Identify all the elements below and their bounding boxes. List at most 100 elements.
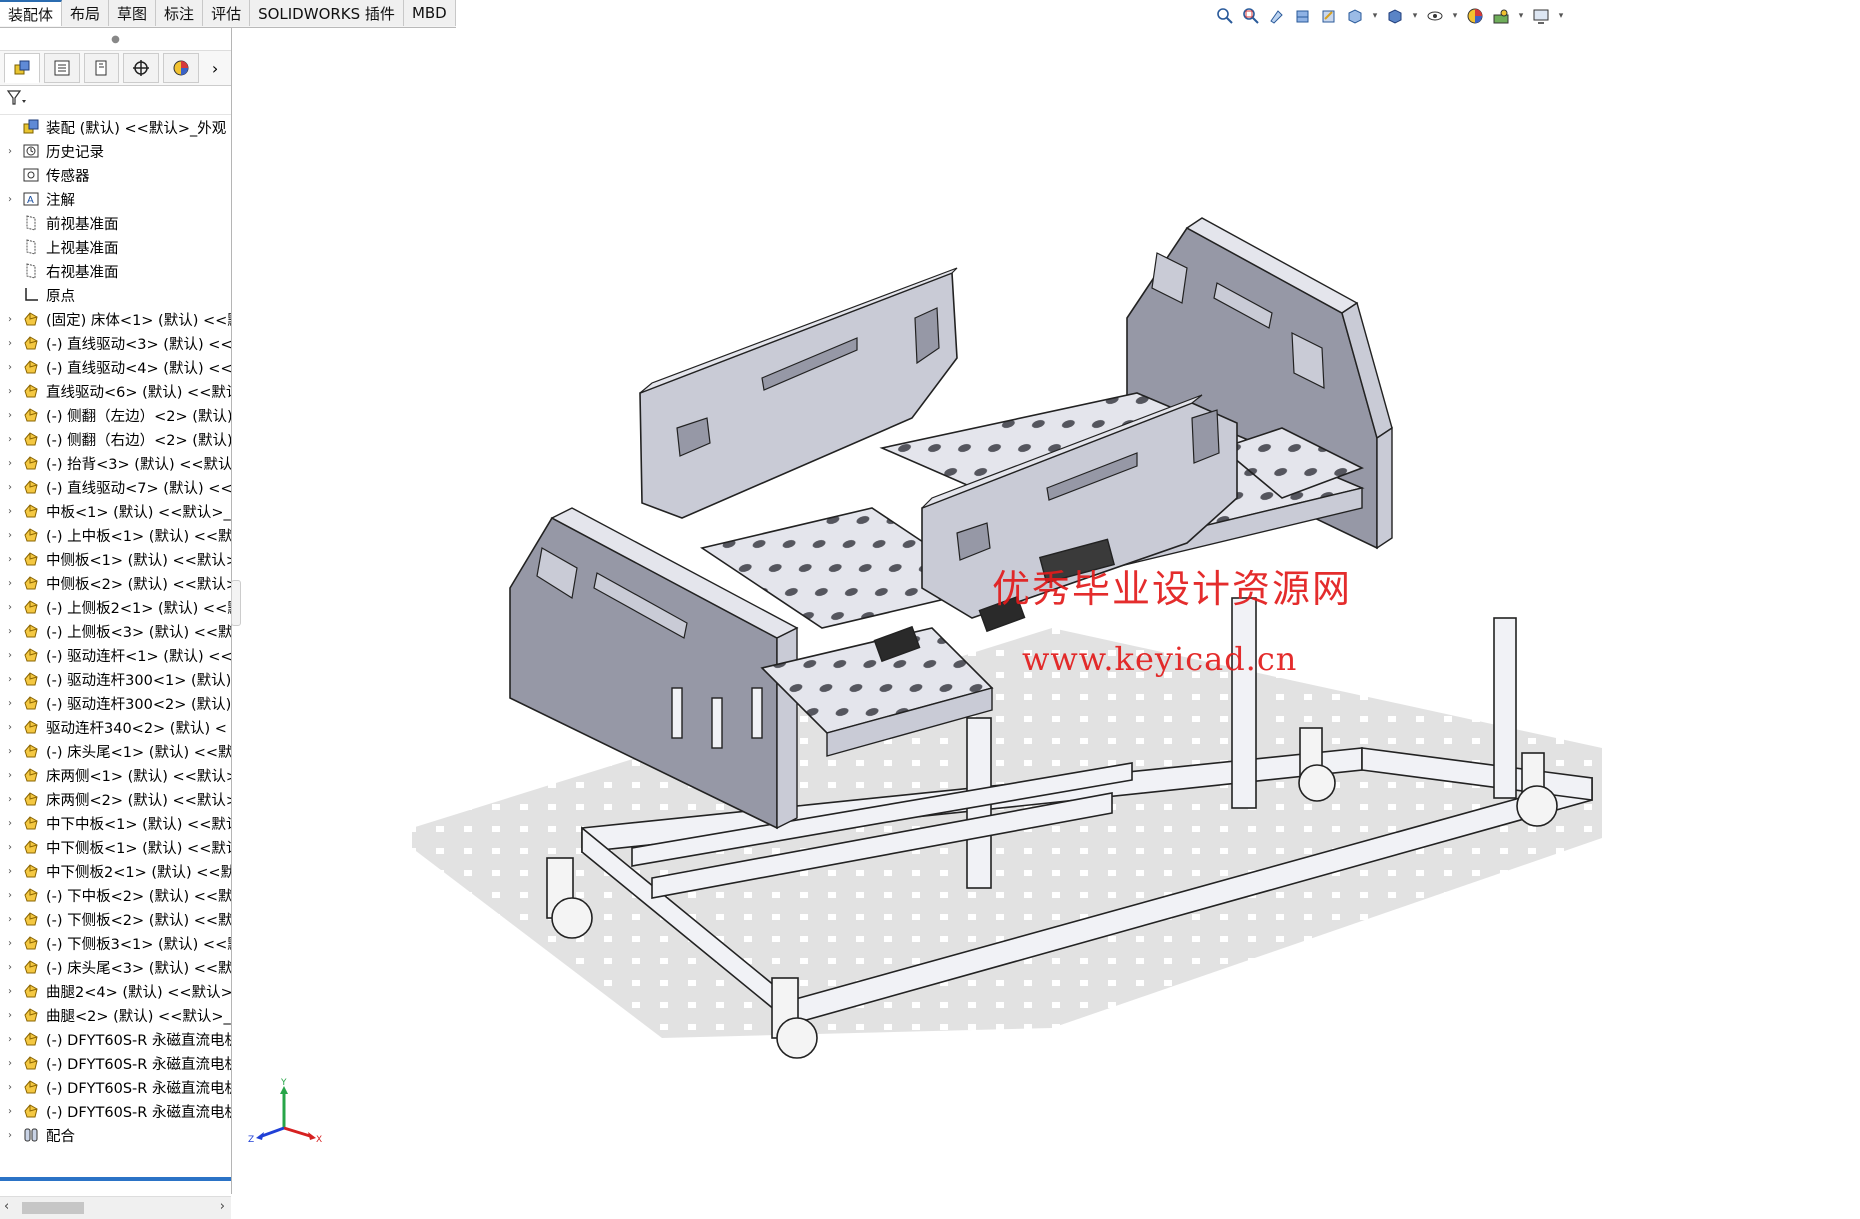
expand-arrow-icon[interactable]: › xyxy=(0,931,20,955)
expand-arrow-icon[interactable]: › xyxy=(0,787,20,811)
scroll-thumb[interactable] xyxy=(22,1202,84,1214)
expand-arrow-icon[interactable]: › xyxy=(0,1027,20,1051)
expand-arrow-icon[interactable]: › xyxy=(0,1123,20,1147)
expand-arrow-icon[interactable]: › xyxy=(0,835,20,859)
tree-item[interactable]: 前视基准面 xyxy=(0,211,231,235)
tree-item[interactable]: › (-) 直线驱动<3> (默认) <<默认> xyxy=(0,331,231,355)
dropdown-caret-icon[interactable]: ▾ xyxy=(1517,6,1525,26)
expand-arrow-icon[interactable]: › xyxy=(0,619,20,643)
tree-item[interactable]: › (-) DFYT60S-R 永磁直流电机 xyxy=(0,1051,231,1075)
dropdown-caret-icon[interactable]: ▾ xyxy=(1371,6,1379,26)
tree-item[interactable]: › (-) DFYT60S-R 永磁直流电机 xyxy=(0,1075,231,1099)
tree-item[interactable]: › 床两侧<2> (默认) <<默认> xyxy=(0,787,231,811)
filter-icon[interactable] xyxy=(6,89,28,111)
edit-appearance-icon[interactable] xyxy=(1465,6,1485,26)
zoom-to-area-icon[interactable] xyxy=(1241,6,1261,26)
tree-item[interactable]: › A 注解 xyxy=(0,187,231,211)
expand-arrow-icon[interactable]: › xyxy=(0,1003,20,1027)
tree-item[interactable]: › (-) 抬背<3> (默认) <<默认> xyxy=(0,451,231,475)
tree-item[interactable]: › (-) 驱动连杆<1> (默认) <<默认> xyxy=(0,643,231,667)
tab-3[interactable]: 标注 xyxy=(156,0,204,26)
tree-item[interactable]: 右视基准面 xyxy=(0,259,231,283)
expand-arrow-icon[interactable]: › xyxy=(0,763,20,787)
tree-item[interactable]: › 曲腿2<4> (默认) <<默认>_ xyxy=(0,979,231,1003)
expand-arrow-icon[interactable]: › xyxy=(0,955,20,979)
expand-arrow-icon[interactable]: › xyxy=(0,715,20,739)
dropdown-caret-icon[interactable]: ▾ xyxy=(1451,6,1459,26)
tree-item[interactable]: › (-) 上中板<1> (默认) <<默认> xyxy=(0,523,231,547)
expand-arrow-icon[interactable]: › xyxy=(0,883,20,907)
tree-item[interactable]: › 中板<1> (默认) <<默认>_ xyxy=(0,499,231,523)
tree-item[interactable]: › 驱动连杆340<2> (默认) < xyxy=(0,715,231,739)
tree-item[interactable]: 原点 xyxy=(0,283,231,307)
tree-item[interactable]: › (-) 上侧板2<1> (默认) <<默认> xyxy=(0,595,231,619)
expand-arrow-icon[interactable]: › xyxy=(0,307,20,331)
tree-item[interactable]: › (-) 下侧板<2> (默认) <<默认> xyxy=(0,907,231,931)
expand-arrow-icon[interactable]: › xyxy=(0,691,20,715)
feature-manager-icon[interactable] xyxy=(4,53,40,83)
tab-5[interactable]: SOLIDWORKS 插件 xyxy=(250,0,404,26)
graphics-area[interactable]: 优秀毕业设计资源网 www.keyicad.cn xyxy=(232,28,1860,1194)
expand-arrow-icon[interactable]: › xyxy=(0,643,20,667)
tree-item[interactable]: › 曲腿<2> (默认) <<默认>_ xyxy=(0,1003,231,1027)
expand-arrow-icon[interactable]: › xyxy=(0,427,20,451)
tree-item[interactable]: › (-) 驱动连杆300<1> (默认) xyxy=(0,667,231,691)
expand-arrow-icon[interactable]: › xyxy=(0,595,20,619)
tree-item[interactable]: › (-) DFYT60S-R 永磁直流电机 xyxy=(0,1027,231,1051)
tree-item[interactable]: 上视基准面 xyxy=(0,235,231,259)
expand-arrow-icon[interactable]: › xyxy=(0,979,20,1003)
tree-item[interactable]: › 历史记录 xyxy=(0,139,231,163)
expand-arrow-icon[interactable]: › xyxy=(0,379,20,403)
tree-item[interactable]: › 直线驱动<6> (默认) <<默认> xyxy=(0,379,231,403)
tab-6[interactable]: MBD xyxy=(403,0,456,26)
tree-item[interactable]: 装配 (默认) <<默认>_外观 显示 xyxy=(0,115,231,139)
expand-arrow-icon[interactable]: › xyxy=(0,859,20,883)
scroll-left-arrow[interactable]: ‹ xyxy=(4,1199,9,1214)
scroll-right-arrow[interactable]: › xyxy=(220,1199,225,1214)
expand-arrow-icon[interactable]: › xyxy=(0,451,20,475)
tree-item[interactable]: › 中侧板<2> (默认) <<默认> xyxy=(0,571,231,595)
tree-item[interactable]: › (-) 上侧板<3> (默认) <<默认> xyxy=(0,619,231,643)
tree-item[interactable]: › 床两侧<1> (默认) <<默认> xyxy=(0,763,231,787)
expand-arrow-icon[interactable]: › xyxy=(0,475,20,499)
display-style-icon[interactable] xyxy=(1385,6,1405,26)
apply-scene-icon[interactable] xyxy=(1491,6,1511,26)
expand-arrow-icon[interactable]: › xyxy=(0,523,20,547)
tree-item[interactable]: › (-) 床头尾<1> (默认) <<默认> xyxy=(0,739,231,763)
dynamic-annotation-icon[interactable] xyxy=(1319,6,1339,26)
tree-item[interactable]: › (-) 驱动连杆300<2> (默认) xyxy=(0,691,231,715)
tab-2[interactable]: 草图 xyxy=(109,0,157,26)
section-view-icon[interactable] xyxy=(1293,6,1313,26)
expand-arrow-icon[interactable]: › xyxy=(0,811,20,835)
expand-arrow-icon[interactable]: › xyxy=(0,571,20,595)
view-orientation-icon[interactable] xyxy=(1345,6,1365,26)
expand-arrow-icon[interactable]: › xyxy=(0,1051,20,1075)
tab-4[interactable]: 评估 xyxy=(203,0,251,26)
panel-more-button[interactable]: › xyxy=(203,54,227,82)
dropdown-caret-icon[interactable]: ▾ xyxy=(1411,6,1419,26)
expand-arrow-icon[interactable]: › xyxy=(0,667,20,691)
configuration-manager-icon[interactable] xyxy=(83,53,120,83)
tree-item[interactable]: › (-) 侧翻（右边）<2> (默认) xyxy=(0,427,231,451)
tree-item[interactable]: › (-) DFYT60S-R 永磁直流电机 xyxy=(0,1099,231,1123)
panel-grip[interactable]: ● xyxy=(0,28,231,51)
expand-arrow-icon[interactable]: › xyxy=(0,907,20,931)
tab-0[interactable]: 装配体 xyxy=(0,0,63,26)
tree-item[interactable]: › (-) 床头尾<3> (默认) <<默认> xyxy=(0,955,231,979)
hide-show-items-icon[interactable] xyxy=(1425,6,1445,26)
expand-arrow-icon[interactable]: › xyxy=(0,547,20,571)
expand-arrow-icon[interactable]: › xyxy=(0,139,20,163)
dimxpert-icon[interactable] xyxy=(123,53,160,83)
property-manager-icon[interactable] xyxy=(43,53,80,83)
expand-arrow-icon[interactable]: › xyxy=(0,403,20,427)
expand-arrow-icon[interactable]: › xyxy=(0,739,20,763)
expand-arrow-icon[interactable]: › xyxy=(0,499,20,523)
tree-item[interactable]: › 中下侧板<1> (默认) <<默认> xyxy=(0,835,231,859)
previous-view-icon[interactable] xyxy=(1267,6,1287,26)
tree-item[interactable]: 传感器 xyxy=(0,163,231,187)
tree-item[interactable]: › (固定) 床体<1> (默认) <<默认> xyxy=(0,307,231,331)
horizontal-scrollbar[interactable]: ‹ › xyxy=(0,1196,231,1219)
tree-item[interactable]: › 中下中板<1> (默认) <<默认> xyxy=(0,811,231,835)
expand-arrow-icon[interactable]: › xyxy=(0,187,20,211)
tree-item[interactable]: › (-) 直线驱动<7> (默认) <<默认> xyxy=(0,475,231,499)
